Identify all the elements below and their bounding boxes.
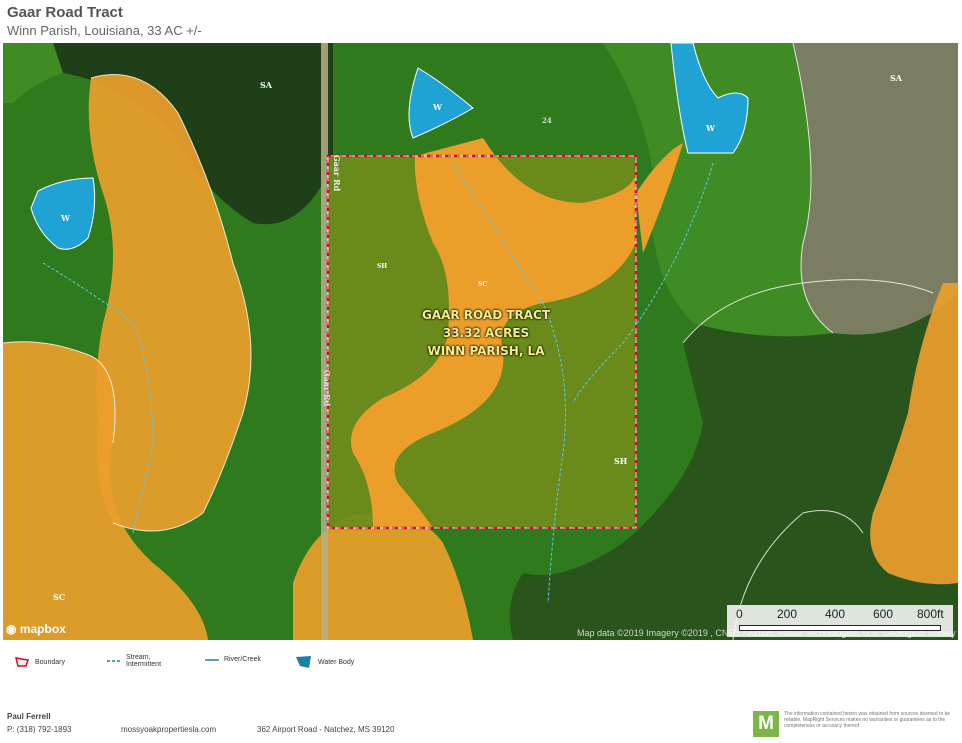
soil-label-w-center: W [433, 102, 442, 112]
tract-label: GAAR ROAD TRACT 33.32 ACRES WINN PARISH,… [381, 306, 591, 360]
tract-label-name: GAAR ROAD TRACT [421, 308, 551, 322]
agent-website[interactable]: mossyoakpropertiesla.com [121, 725, 216, 734]
soil-label-w-right: W [706, 123, 715, 133]
tract-label-parish: WINN PARISH, LA [427, 344, 545, 358]
legend-item-boundary: Boundary [14, 656, 65, 668]
scale-label-0: 0 [736, 607, 743, 621]
scale-label-800: 800ft [917, 607, 944, 621]
disclaimer: The information contained herein was obt… [784, 711, 951, 729]
soil-label-sc-inner: SC [478, 281, 488, 288]
legend-item-river: River/Creek [205, 656, 261, 663]
soil-label-sh-right: SH [614, 456, 628, 466]
agent-phone: P: (318) 792-1893 [7, 725, 72, 734]
stream-intermittent-icon [107, 660, 121, 662]
legend-item-water: Water Body [295, 655, 354, 669]
mapright-logo: M [753, 711, 779, 737]
soil-label-sa-right: SA [890, 73, 902, 83]
map-legend: Boundary Stream, Intermittent River/Cree… [0, 652, 962, 682]
farmland-upper-right [793, 43, 958, 335]
legend-item-stream: Stream, Intermittent [107, 654, 186, 668]
legend-label-water: Water Body [318, 658, 355, 666]
water-body-icon [296, 656, 311, 668]
mapbox-logo[interactable]: ◉ mapbox [6, 622, 66, 636]
route-label: 24 [542, 116, 552, 125]
boundary-icon [14, 657, 29, 667]
scale-bar [739, 625, 941, 631]
road-label-a: Gaar Rd [332, 154, 343, 192]
river-creek-icon [205, 658, 219, 661]
legend-label-stream: Stream, Intermittent [126, 654, 162, 668]
mapbox-logo-icon: ◉ [6, 622, 20, 636]
agent-name: Paul Ferrell [7, 712, 51, 721]
tract-label-acres: 33.32 ACRES [442, 326, 530, 340]
soil-label-sc-bottom-left: SC [53, 592, 66, 602]
soil-label-sa-top: SA [260, 80, 272, 90]
legend-label-boundary: Boundary [35, 658, 65, 666]
scale-label-600: 600 [873, 607, 894, 621]
road-label-b: Gaar Rd [322, 369, 333, 407]
map-canvas[interactable]: GAAR ROAD TRACT 33.32 ACRES WINN PARISH,… [3, 43, 958, 640]
soil-label-sh-inner: SH [377, 263, 388, 270]
soil-label-w-left: W [61, 213, 70, 223]
scale-label-200: 200 [777, 607, 798, 621]
scale-labels: 0 200 400 600 800ft [727, 607, 953, 621]
scale-bar-box: 0 200 400 600 800ft [727, 605, 953, 637]
agent-address: 362 Airport Road - Natchez, MS 39120 [257, 725, 395, 734]
legend-label-river: River/Creek [224, 656, 261, 663]
scale-label-400: 400 [825, 607, 846, 621]
map-title: Gaar Road Tract [7, 4, 123, 21]
map-subtitle: Winn Parish, Louisiana, 33 AC +/- [7, 23, 202, 38]
